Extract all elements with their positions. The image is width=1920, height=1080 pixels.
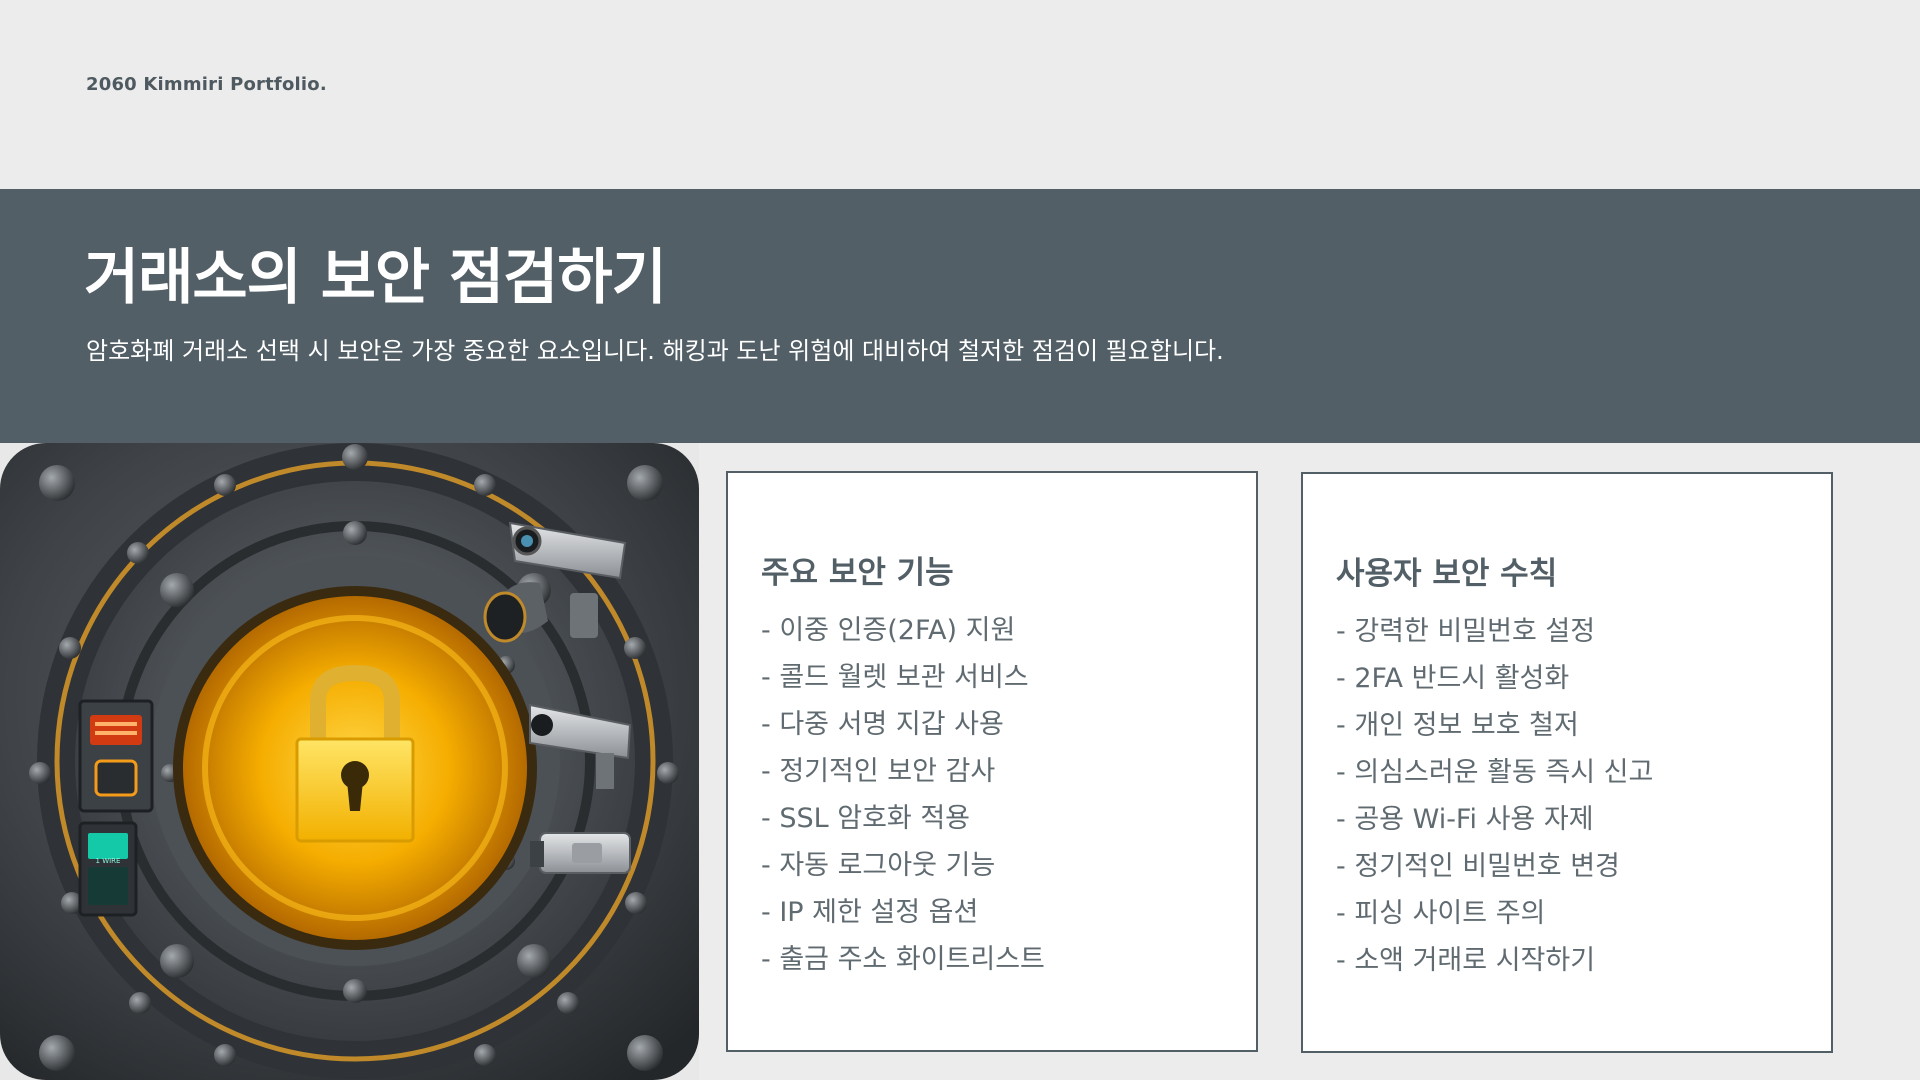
list-item: - 자동 로그아웃 기능 — [761, 850, 996, 881]
vault-image: 1 WIRE — [0, 443, 699, 1080]
title-banner: 거래소의 보안 점검하기 암호화폐 거래소 선택 시 보안은 가장 중요한 요소… — [0, 189, 1920, 443]
keypad-text: 1 WIRE — [96, 857, 121, 865]
feature-list: - 이중 인증(2FA) 지원 - 콜드 월렛 보관 서비스 - 다중 서명 지… — [761, 607, 1045, 983]
list-item: - 강력한 비밀번호 설정 — [1336, 616, 1596, 647]
list-item: - 피싱 사이트 주의 — [1336, 898, 1546, 929]
list-item: - 공용 Wi-Fi 사용 자제 — [1336, 804, 1594, 835]
brand-label: 2060 Kimmiri Portfolio. — [86, 74, 327, 95]
list-item: - 다중 서명 지갑 사용 — [761, 709, 1004, 740]
list-item: - 출금 주소 화이트리스트 — [761, 944, 1045, 975]
list-item: - 정기적인 보안 감사 — [761, 756, 996, 787]
security-features-card: 주요 보안 기능 - 이중 인증(2FA) 지원 - 콜드 월렛 보관 서비스 … — [726, 471, 1258, 1052]
list-item: - IP 제한 설정 옵션 — [761, 897, 979, 928]
rules-list: - 강력한 비밀번호 설정 - 2FA 반드시 활성화 - 개인 정보 보호 철… — [1336, 608, 1653, 984]
list-item: - 의심스러운 활동 즉시 신고 — [1336, 757, 1654, 788]
list-item: - 소액 거래로 시작하기 — [1336, 945, 1596, 976]
slide: 2060 Kimmiri Portfolio. 거래소의 보안 점검하기 암호화… — [0, 0, 1920, 1080]
list-item: - SSL 암호화 적용 — [761, 803, 971, 834]
list-item: - 정기적인 비밀번호 변경 — [1336, 851, 1620, 882]
vault-illustration: 1 WIRE — [0, 443, 699, 1080]
card-title: 주요 보안 기능 — [761, 555, 954, 591]
list-item: - 개인 정보 보호 철저 — [1336, 710, 1579, 741]
page-title: 거래소의 보안 점검하기 — [84, 243, 667, 313]
list-item: - 2FA 반드시 활성화 — [1336, 663, 1570, 694]
user-rules-card: 사용자 보안 수칙 - 강력한 비밀번호 설정 - 2FA 반드시 활성화 - … — [1301, 472, 1833, 1053]
page-subtitle: 암호화폐 거래소 선택 시 보안은 가장 중요한 요소입니다. 해킹과 도난 위… — [86, 337, 1224, 365]
camera-icon — [530, 832, 631, 874]
card-title: 사용자 보안 수칙 — [1336, 556, 1558, 592]
list-item: - 이중 인증(2FA) 지원 — [761, 615, 1016, 646]
list-item: - 콜드 월렛 보관 서비스 — [761, 662, 1029, 693]
